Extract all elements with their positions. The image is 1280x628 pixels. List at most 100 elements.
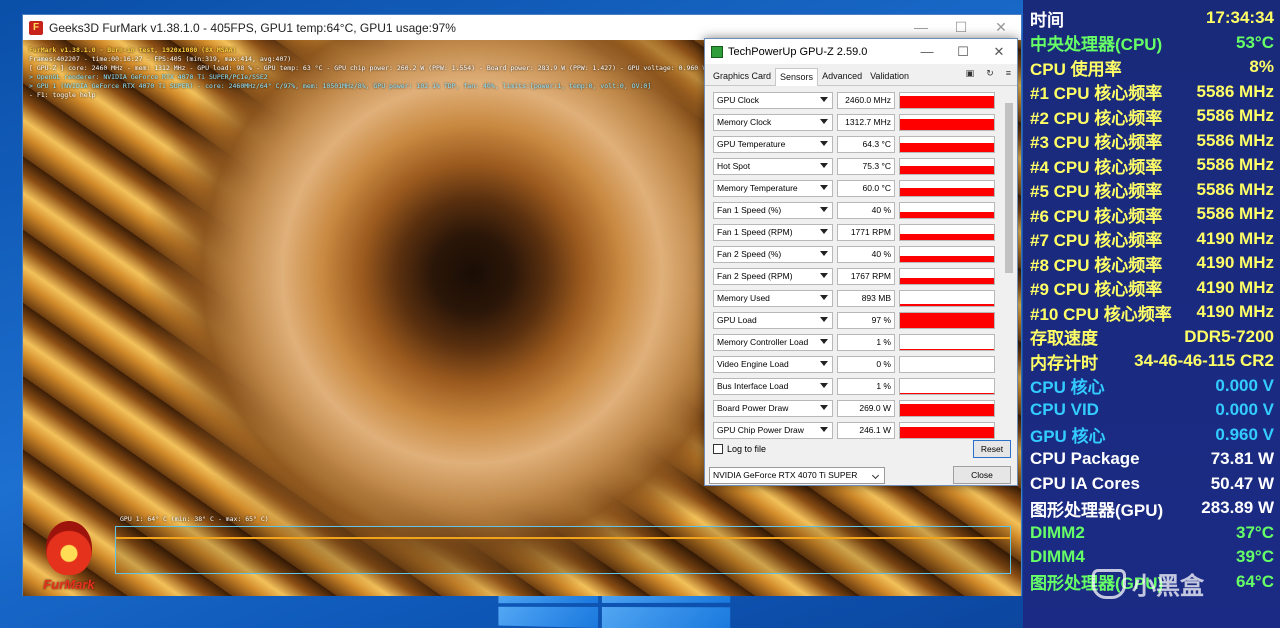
sensor-graph [899,113,995,131]
sensor-value: 1771 RPM [837,223,895,241]
monitor-row: #9 CPU 核心频率 4190 MHz [1023,276,1280,301]
watermark-text: 小黑盒 [1132,573,1204,600]
sensor-name-dropdown[interactable]: Memory Used [713,289,833,307]
gpu-select-dropdown[interactable]: NVIDIA GeForce RTX 4070 Ti SUPER [709,466,885,484]
monitor-value: 5586 MHz [1196,106,1274,126]
sensor-name: Bus Interface Load [717,381,789,391]
chevron-down-icon [820,316,828,322]
sensor-graph [899,91,995,109]
chevron-down-icon [820,140,828,146]
sensor-name-dropdown[interactable]: Memory Temperature [713,179,833,197]
tab-advanced[interactable]: Advanced [818,68,866,85]
monitor-label: #7 CPU 核心频率 [1030,231,1163,251]
minimize-button[interactable]: — [901,15,941,40]
monitor-row: #7 CPU 核心频率 4190 MHz [1023,227,1280,252]
sensor-name-dropdown[interactable]: Fan 1 Speed (RPM) [713,223,833,241]
sensor-value: 1767 RPM [837,267,895,285]
scrollbar-thumb[interactable] [1005,103,1013,273]
monitor-row: CPU VID 0.000 V [1023,398,1280,423]
sensor-name-dropdown[interactable]: Fan 2 Speed (RPM) [713,267,833,285]
monitor-row: 内存计时 34-46-46-115 CR2 [1023,349,1280,374]
monitor-label: 存取速度 [1030,329,1098,349]
close-dialog-button[interactable]: Close [953,466,1011,484]
sensor-name-dropdown[interactable]: Hot Spot [713,157,833,175]
monitor-label: GPU 核心 [1030,427,1106,447]
sensor-name: Memory Used [717,293,770,303]
sensor-graph [899,245,995,263]
monitor-label: #1 CPU 核心频率 [1030,84,1163,104]
sensor-value: 269.0 W [837,399,895,417]
osd-line: > OpenGL renderer: NVIDIA GeForce RTX 40… [29,73,268,81]
sensor-name-dropdown[interactable]: Fan 1 Speed (%) [713,201,833,219]
sensor-graph [899,179,995,197]
sensor-graph-fill [900,188,994,196]
monitor-row: #8 CPU 核心频率 4190 MHz [1023,251,1280,276]
sensor-graph [899,421,995,439]
maximize-button[interactable]: ☐ [941,15,981,40]
tab-sensors[interactable]: Sensors [775,68,819,86]
monitor-value: 64°C [1236,571,1274,591]
sensor-name-dropdown[interactable]: Bus Interface Load [713,377,833,395]
refresh-icon[interactable]: ↻ [986,68,994,79]
furmark-logo-text: FurMark [43,577,95,592]
monitor-value: 283.89 W [1201,498,1274,518]
sensor-name: Fan 2 Speed (%) [717,249,782,259]
camera-icon[interactable]: ▣ [966,68,975,79]
sensor-row: Fan 1 Speed (RPM) 1771 RPM [713,221,1003,243]
monitor-row: #5 CPU 核心频率 5586 MHz [1023,178,1280,203]
monitor-label: #10 CPU 核心频率 [1030,304,1172,324]
monitor-row: 中央处理器(CPU) 53°C [1023,31,1280,56]
sensor-row: GPU Clock 2460.0 MHz [713,89,1003,111]
monitor-label: CPU IA Cores [1030,473,1140,493]
furmark-titlebar[interactable]: F Geeks3D FurMark v1.38.1.0 - 405FPS, GP… [23,15,1021,40]
log-to-file-checkbox[interactable] [713,444,723,454]
sensor-name-dropdown[interactable]: Memory Controller Load [713,333,833,351]
monitor-row: #3 CPU 核心频率 5586 MHz [1023,129,1280,154]
sensor-list: GPU Clock 2460.0 MHz Memory Clock 1312.7 MH… [713,89,1003,441]
gpuz-title: TechPowerUp GPU-Z 2.59.0 [728,45,868,58]
sensor-row: Video Engine Load 0 % [713,353,1003,375]
sensor-name-dropdown[interactable]: Memory Clock [713,113,833,131]
gpuz-titlebar[interactable]: TechPowerUp GPU-Z 2.59.0 — ☐ ✕ [705,39,1017,64]
close-button[interactable]: ✕ [981,15,1021,40]
sensor-scrollbar[interactable] [1003,91,1015,471]
sensor-row: Memory Controller Load 1 % [713,331,1003,353]
monitor-value: 34-46-46-115 CR2 [1134,351,1274,371]
minimize-button[interactable]: — [909,44,945,60]
chevron-down-icon [820,426,828,432]
chevron-down-icon [820,162,828,168]
gpu-select-value: NVIDIA GeForce RTX 4070 Ti SUPER [713,469,858,480]
gpuz-tabs: Graphics Card Sensors Advanced Validatio… [705,64,1017,86]
sensor-graph-fill [900,211,994,218]
sensor-name-dropdown[interactable]: GPU Chip Power Draw [713,421,833,439]
close-button[interactable]: ✕ [981,44,1017,60]
tab-graphics-card[interactable]: Graphics Card [709,68,775,85]
tab-validation[interactable]: Validation [866,68,913,85]
sensor-name-dropdown[interactable]: Fan 2 Speed (%) [713,245,833,263]
sensor-name-dropdown[interactable]: Video Engine Load [713,355,833,373]
monitor-label: CPU Package [1030,449,1140,469]
sensor-value: 40 % [837,201,895,219]
chevron-down-icon [820,228,828,234]
chevron-down-icon [820,96,828,102]
monitor-row: CPU Package 73.81 W [1023,447,1280,472]
monitor-value: 37°C [1236,522,1274,542]
sensor-name-dropdown[interactable]: GPU Temperature [713,135,833,153]
monitor-value: DDR5-7200 [1184,326,1274,346]
sensor-name-dropdown[interactable]: GPU Clock [713,91,833,109]
sensor-row: GPU Load 97 % [713,309,1003,331]
menu-icon[interactable]: ≡ [1006,68,1011,79]
sensor-name-dropdown[interactable]: GPU Load [713,311,833,329]
monitor-label: CPU VID [1030,400,1099,420]
sensor-name: Board Power Draw [717,403,789,413]
sensor-graph [899,333,995,351]
sensor-value: 75.3 °C [837,157,895,175]
reset-button[interactable]: Reset [973,440,1011,458]
sensor-graph [899,289,995,307]
sensor-name-dropdown[interactable]: Board Power Draw [713,399,833,417]
sensor-graph-fill [900,312,994,328]
gpuz-window[interactable]: TechPowerUp GPU-Z 2.59.0 — ☐ ✕ Graphics … [704,38,1018,486]
monitor-value: 5586 MHz [1196,155,1274,175]
maximize-button[interactable]: ☐ [945,44,981,60]
sensor-graph [899,267,995,285]
